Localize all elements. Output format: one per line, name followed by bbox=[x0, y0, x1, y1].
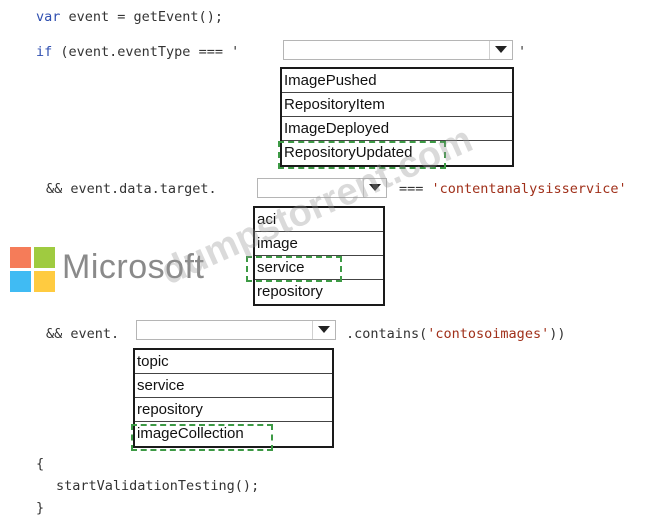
event-type-dropdown[interactable] bbox=[283, 40, 513, 60]
microsoft-logo-icon bbox=[10, 247, 56, 293]
collection-options: topic service repository imageCollection bbox=[133, 348, 334, 448]
code-line-3-tail: === 'contentanalysisservice' bbox=[399, 180, 627, 198]
code-line-3-text: && event.data.target. bbox=[46, 181, 217, 197]
code-line-2: if (event.eventType === ' bbox=[36, 43, 239, 61]
var-keyword: var bbox=[36, 9, 61, 25]
closing-parens: )) bbox=[549, 326, 566, 342]
close-brace: } bbox=[36, 500, 45, 516]
option-repository-item[interactable]: RepositoryItem bbox=[282, 93, 512, 117]
code-line-1: var event = getEvent(); bbox=[36, 8, 223, 26]
option-image-deployed[interactable]: ImageDeployed bbox=[282, 117, 512, 141]
open-brace: { bbox=[36, 456, 45, 472]
if-keyword: if bbox=[36, 44, 53, 60]
contains-call: .contains( bbox=[346, 326, 428, 342]
contains-string: 'contosoimages' bbox=[427, 326, 550, 342]
code-line-4-tail: .contains('contosoimages')) bbox=[346, 325, 565, 343]
option-repository[interactable]: repository bbox=[255, 280, 383, 304]
code-line-3: && event.data.target. bbox=[46, 180, 217, 198]
chevron-down-icon[interactable] bbox=[489, 41, 512, 59]
option-service[interactable]: service bbox=[135, 374, 332, 398]
option-topic[interactable]: topic bbox=[135, 350, 332, 374]
chevron-down-icon[interactable] bbox=[312, 321, 335, 339]
code-call-line: startValidationTesting(); bbox=[56, 477, 259, 495]
code-line-4-text: && event. bbox=[46, 326, 120, 342]
target-string: 'contentanalysisservice' bbox=[431, 181, 627, 197]
option-image-pushed[interactable]: ImagePushed bbox=[282, 69, 512, 93]
option-repository[interactable]: repository bbox=[135, 398, 332, 422]
collection-dropdown[interactable] bbox=[136, 320, 336, 340]
code-line-2-quote: ' bbox=[518, 44, 527, 60]
function-call: startValidationTesting(); bbox=[56, 478, 260, 494]
code-line-2-rest: (event.eventType === ' bbox=[52, 44, 240, 60]
option-image-collection[interactable]: imageCollection bbox=[135, 422, 332, 446]
option-service[interactable]: service bbox=[255, 256, 383, 280]
code-line-4: && event. bbox=[46, 325, 119, 343]
code-line-1-rest: event = getEvent(); bbox=[60, 9, 223, 25]
